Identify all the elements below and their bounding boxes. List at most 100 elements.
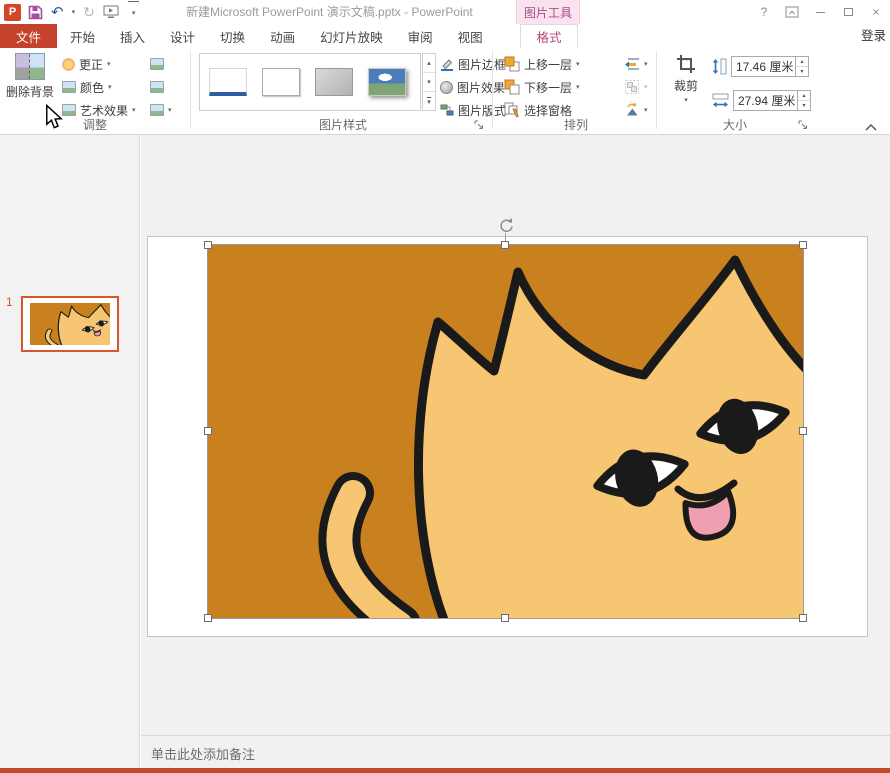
undo-button[interactable]: ↶ <box>47 1 68 23</box>
tab-slideshow[interactable]: 幻灯片放映 <box>308 24 395 48</box>
picture-style-option-2[interactable] <box>254 55 307 109</box>
style-thumbnail <box>209 68 247 96</box>
slide-thumbnail-image <box>30 303 110 345</box>
width-input[interactable]: 27.94 厘米 ▴ ▾ <box>733 90 811 111</box>
resize-handle-bottom-left[interactable] <box>204 614 212 622</box>
powerpoint-window: P ↶ ▾ ↻ <box>0 0 890 773</box>
tab-transitions[interactable]: 切换 <box>208 24 257 48</box>
send-backward-button[interactable]: 下移一层 ▾ <box>504 76 580 98</box>
help-button[interactable]: ? <box>750 1 778 23</box>
chevron-down-icon: ▾ <box>107 61 111 68</box>
resize-handle-middle-left[interactable] <box>204 427 212 435</box>
group-label-size: 大小 <box>680 116 790 133</box>
resize-handle-middle-right[interactable] <box>799 427 807 435</box>
height-input[interactable]: 17.46 厘米 ▴ ▾ <box>731 56 809 77</box>
chevron-down-icon: ▾ <box>72 9 76 16</box>
change-picture-icon <box>150 81 164 93</box>
powerpoint-logo-icon[interactable]: P <box>4 4 21 21</box>
save-icon <box>28 5 43 20</box>
tab-animations[interactable]: 动画 <box>258 24 307 48</box>
notes-pane[interactable]: 单击此处添加备注 <box>141 735 890 768</box>
help-icon: ? <box>761 5 768 19</box>
tab-format-active[interactable]: 格式 <box>520 24 578 48</box>
tab-view[interactable]: 视图 <box>446 24 495 48</box>
cat-picture[interactable] <box>208 245 803 618</box>
group-objects-button[interactable]: ▾ <box>624 76 648 98</box>
picture-tools-badge: 图片工具 <box>516 0 580 24</box>
crop-button[interactable]: 裁剪 ▾ <box>666 54 706 104</box>
resize-handle-top-right[interactable] <box>799 241 807 249</box>
crop-icon <box>676 54 696 74</box>
gallery-scroll-down[interactable]: ▾ <box>423 73 435 92</box>
chevron-up-icon: ▴ <box>427 59 431 67</box>
tab-insert[interactable]: 插入 <box>108 24 157 48</box>
slideshow-icon <box>103 5 119 19</box>
picture-style-option-1[interactable] <box>201 55 254 109</box>
spinner-down-icon[interactable]: ▾ <box>796 67 808 76</box>
sun-icon <box>62 58 75 71</box>
bring-forward-button[interactable]: 上移一层 ▾ <box>504 53 580 75</box>
slide-thumbnail-1[interactable] <box>21 296 119 352</box>
customize-qat-dropdown[interactable]: ▾ <box>128 1 140 23</box>
resize-handle-bottom-middle[interactable] <box>501 614 509 622</box>
shape-width-field: 27.94 厘米 ▴ ▾ <box>712 89 811 111</box>
tab-design[interactable]: 设计 <box>158 24 207 48</box>
group-label-arrange: 排列 <box>496 116 656 133</box>
save-button[interactable] <box>24 1 47 23</box>
bring-forward-icon <box>504 56 520 72</box>
window-controls: ? × <box>750 0 890 24</box>
collapse-ribbon-button[interactable] <box>864 122 878 132</box>
spinner-down-icon[interactable]: ▾ <box>798 101 810 110</box>
style-thumbnail <box>262 68 300 96</box>
gallery-more-button[interactable]: ▾ <box>423 92 435 110</box>
undo-dropdown[interactable]: ▾ <box>68 1 80 23</box>
resize-handle-bottom-right[interactable] <box>799 614 807 622</box>
tab-file[interactable]: 文件 <box>0 24 57 48</box>
spinner-up-icon[interactable]: ▴ <box>796 57 808 67</box>
chevron-down-icon: ▾ <box>427 78 431 86</box>
chevron-down-icon: ▾ <box>132 107 136 114</box>
remove-background-icon <box>15 53 45 80</box>
picture-style-option-3[interactable] <box>307 55 360 109</box>
color-button[interactable]: 颜色 ▾ <box>62 76 112 98</box>
width-spinner[interactable]: ▴ ▾ <box>797 91 810 110</box>
size-dialog-launcher[interactable] <box>798 120 810 132</box>
compress-pictures-button[interactable] <box>150 53 164 75</box>
group-arrange: 上移一层 ▾ 下移一层 ▾ 选择窗格 <box>496 48 656 134</box>
close-button[interactable]: × <box>862 1 890 23</box>
sign-in-link[interactable]: 登录 <box>861 24 886 48</box>
chevron-down-icon: ▾ <box>644 84 648 91</box>
height-spinner[interactable]: ▴ ▾ <box>795 57 808 76</box>
redo-button[interactable]: ↻ <box>79 1 99 23</box>
corrections-button[interactable]: 更正 ▾ <box>62 53 111 75</box>
redo-icon: ↻ <box>83 4 95 21</box>
minimize-button[interactable] <box>806 1 834 23</box>
change-picture-button[interactable] <box>150 76 164 98</box>
minimize-icon <box>816 12 825 13</box>
tab-review[interactable]: 审阅 <box>396 24 445 48</box>
remove-background-button[interactable]: 删除背景 <box>4 53 56 100</box>
picture-style-option-4[interactable] <box>360 55 413 109</box>
spinner-up-icon[interactable]: ▴ <box>798 91 810 101</box>
chevron-down-icon: ▾ <box>576 84 580 91</box>
resize-handle-top-left[interactable] <box>204 241 212 249</box>
maximize-button[interactable] <box>834 1 862 23</box>
resize-handle-top-middle[interactable] <box>501 241 509 249</box>
start-slideshow-button[interactable] <box>99 1 123 23</box>
reset-picture-icon <box>150 104 164 116</box>
ribbon: 删除背景 更正 ▾ 颜色 ▾ 艺术效果 ▾ <box>0 48 890 135</box>
align-icon <box>624 56 640 72</box>
ribbon-tab-row: 文件 开始 插入 设计 切换 动画 幻灯片放映 审阅 视图 格式 登录 <box>0 24 890 48</box>
send-backward-icon <box>504 79 520 95</box>
group-objects-icon <box>624 79 640 95</box>
ribbon-display-options-button[interactable] <box>778 1 806 23</box>
gallery-scroll-up[interactable]: ▴ <box>423 54 435 73</box>
group-picture-styles: ▴ ▾ ▾ 图片边框 ▾ 图片效果 ▾ <box>194 48 492 134</box>
tab-home[interactable]: 开始 <box>58 24 107 48</box>
rotation-handle[interactable] <box>497 216 515 234</box>
chevron-down-icon: ▾ <box>168 107 172 114</box>
picture-color-icon <box>62 81 76 93</box>
style-thumbnail <box>315 68 353 96</box>
align-button[interactable]: ▾ <box>624 53 648 75</box>
gallery-more-icon: ▾ <box>427 97 431 106</box>
